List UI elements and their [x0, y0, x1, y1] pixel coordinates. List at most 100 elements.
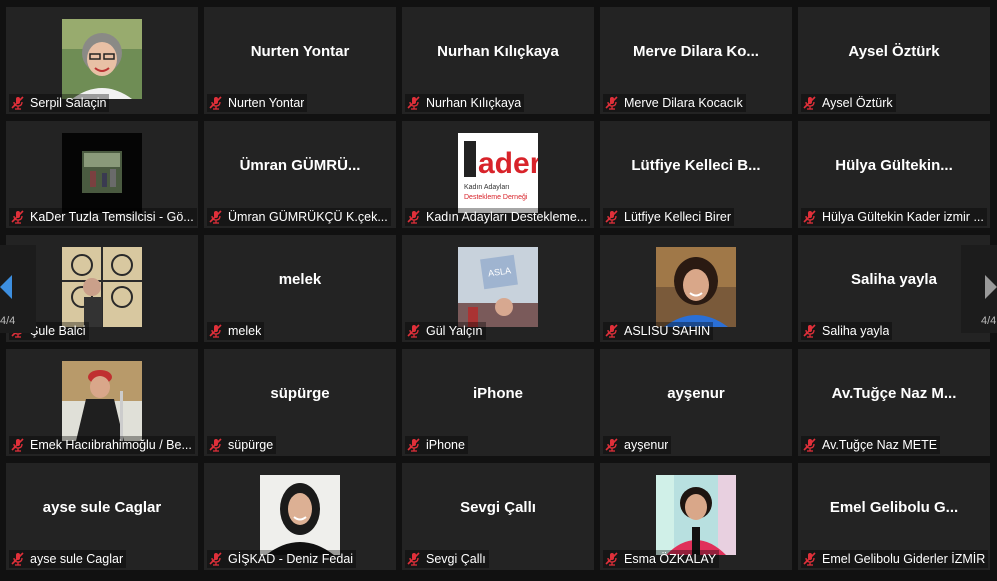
participant-video: [656, 247, 736, 327]
participant-display-name: Aysel Öztürk: [848, 43, 940, 60]
participant-name-bar: Merve Dilara Kocacık: [603, 94, 746, 112]
participant-display-name: melek: [278, 271, 322, 288]
participant-name-label: ASLISU SAHIN: [624, 324, 711, 338]
microphone-muted-icon: [803, 210, 816, 224]
participant-name-label: Şule Balci: [30, 324, 86, 338]
svg-text:Kadın Adayları: Kadın Adayları: [464, 184, 510, 191]
participant-name-label: Hülya Gültekin Kader izmir ...: [822, 210, 984, 224]
participant-tile[interactable]: Emel Gelibolu G... Emel Gelibolu Giderler…: [798, 463, 990, 570]
participant-video: [62, 19, 142, 99]
svg-text:Destekleme Derneği: Destekleme Derneği: [464, 194, 528, 201]
participant-name-bar: süpürge: [207, 436, 277, 454]
participant-display-name: ayşenur: [667, 385, 725, 402]
participant-name-label: Saliha yayla: [822, 324, 890, 338]
participant-name-bar: melek: [207, 322, 265, 340]
participant-tile[interactable]: Emek Hacıibrahimoğlu / Be...: [6, 349, 198, 456]
participant-name-label: süpürge: [228, 438, 274, 452]
participant-name-bar: ayse sule Caglar: [9, 550, 127, 568]
participant-tile[interactable]: ayşenur ayşenur: [600, 349, 792, 456]
participant-name-label: Ümran GÜMRÜKÇÜ K.çek...: [228, 210, 388, 224]
participant-tile[interactable]: ASLA Gül Yalçın: [402, 235, 594, 342]
participant-name-bar: Emel Gelibolu Giderler İZMİR: [801, 550, 989, 568]
participant-name-label: Kadın Adayları Destekleme...: [426, 210, 588, 224]
participant-tile[interactable]: Av.Tuğçe Naz M... Av.Tuğçe Naz METE: [798, 349, 990, 456]
microphone-muted-icon: [803, 96, 816, 110]
participant-name-bar: KaDer Tuzla Temsilcisi - Gö...: [9, 208, 197, 226]
next-page-button[interactable]: 4/4: [961, 245, 997, 333]
microphone-muted-icon: [11, 552, 24, 566]
participant-tile[interactable]: süpürge süpürge: [204, 349, 396, 456]
participant-tile[interactable]: ader Kadın Adayları Destekleme Derneği Kadı…: [402, 121, 594, 228]
participant-tile[interactable]: Serpil Salaçin: [6, 7, 198, 114]
microphone-muted-icon: [407, 552, 420, 566]
microphone-muted-icon: [209, 210, 222, 224]
participant-name-label: KaDer Tuzla Temsilcisi - Gö...: [30, 210, 194, 224]
participant-name-bar: Gül Yalçın: [405, 322, 486, 340]
participant-name-bar: GİŞKAD - Deniz Fedai: [207, 550, 357, 568]
participant-video: ASLA: [458, 247, 538, 327]
participant-tile[interactable]: Esma ÖZKALAY: [600, 463, 792, 570]
microphone-muted-icon: [605, 324, 618, 338]
participant-tile[interactable]: GİŞKAD - Deniz Fedai: [204, 463, 396, 570]
microphone-muted-icon: [605, 96, 618, 110]
microphone-muted-icon: [209, 96, 222, 110]
participant-name-bar: Av.Tuğçe Naz METE: [801, 436, 941, 454]
participant-video: [260, 475, 340, 555]
participant-name-label: Nurten Yontar: [228, 96, 305, 110]
microphone-muted-icon: [803, 552, 816, 566]
participant-name-bar: Nurten Yontar: [207, 94, 308, 112]
participant-tile[interactable]: Merve Dilara Ko... Merve Dilara Kocacık: [600, 7, 792, 114]
participant-display-name: Lütfiye Kelleci B...: [631, 157, 761, 174]
participant-tile[interactable]: Sevgi Çallı Sevgi Çallı: [402, 463, 594, 570]
participant-video: ader Kadın Adayları Destekleme Derneği: [458, 133, 538, 213]
participant-tile[interactable]: Nurhan Kılıçkaya Nurhan Kılıçkaya: [402, 7, 594, 114]
participant-name-bar: Nurhan Kılıçkaya: [405, 94, 525, 112]
participant-display-name: Saliha yayla: [851, 271, 937, 288]
participant-tile[interactable]: Ümran GÜMRÜ... Ümran GÜMRÜKÇÜ K.çek...: [204, 121, 396, 228]
participant-name-bar: Aysel Öztürk: [801, 94, 896, 112]
participant-name-label: Lütfiye Kelleci Birer: [624, 210, 731, 224]
participant-name-bar: Emek Hacıibrahimoğlu / Be...: [9, 436, 195, 454]
participant-display-name: Nurten Yontar: [250, 43, 350, 60]
participant-name-label: Serpil Salaçin: [30, 96, 107, 110]
participant-tile[interactable]: ASLISU SAHIN: [600, 235, 792, 342]
chevron-right-icon: [985, 275, 997, 299]
microphone-muted-icon: [209, 324, 222, 338]
participant-name-label: GİŞKAD - Deniz Fedai: [228, 552, 354, 566]
participant-tile[interactable]: melek melek: [204, 235, 396, 342]
microphone-muted-icon: [605, 552, 618, 566]
participant-name-label: Aysel Öztürk: [822, 96, 893, 110]
microphone-muted-icon: [803, 324, 816, 338]
participant-display-name: Ümran GÜMRÜ...: [239, 157, 361, 174]
participant-display-name: iPhone: [472, 385, 523, 402]
participant-tile[interactable]: Nurten Yontar Nurten Yontar: [204, 7, 396, 114]
participant-tile[interactable]: Lütfiye Kelleci B... Lütfiye Kelleci Bire…: [600, 121, 792, 228]
participant-display-name: Merve Dilara Ko...: [633, 43, 759, 60]
participant-tile[interactable]: Aysel Öztürk Aysel Öztürk: [798, 7, 990, 114]
participant-grid: Serpil Salaçin Nurten Yontar Nurten Yontar…: [0, 0, 997, 581]
participant-tile[interactable]: KaDer Tuzla Temsilcisi - Gö...: [6, 121, 198, 228]
participant-name-label: Esma ÖZKALAY: [624, 552, 717, 566]
participant-display-name: Emel Gelibolu G...: [829, 499, 959, 516]
participant-name-bar: Saliha yayla: [801, 322, 893, 340]
participant-video: [62, 133, 142, 213]
participant-tile[interactable]: iPhone iPhone: [402, 349, 594, 456]
participant-tile[interactable]: ayse sule Caglar ayse sule Caglar: [6, 463, 198, 570]
previous-page-button[interactable]: 4/4: [0, 245, 36, 333]
participant-display-name: Av.Tuğçe Naz M...: [831, 385, 957, 402]
microphone-muted-icon: [11, 438, 24, 452]
participant-video: [62, 247, 142, 327]
page-counter: 4/4: [981, 315, 997, 327]
participant-tile[interactable]: Hülya Gültekin... Hülya Gültekin Kader iz…: [798, 121, 990, 228]
participant-display-name: Sevgi Çallı: [460, 499, 536, 516]
page-counter: 4/4: [0, 315, 16, 327]
participant-name-label: iPhone: [426, 438, 465, 452]
participant-name-bar: Esma ÖZKALAY: [603, 550, 720, 568]
participant-name-bar: ayşenur: [603, 436, 672, 454]
participant-name-label: Sevgi Çallı: [426, 552, 486, 566]
participant-name-bar: Kadın Adayları Destekleme...: [405, 208, 591, 226]
participant-name-bar: Hülya Gültekin Kader izmir ...: [801, 208, 987, 226]
microphone-muted-icon: [209, 552, 222, 566]
participant-name-label: Merve Dilara Kocacık: [624, 96, 743, 110]
participant-name-bar: iPhone: [405, 436, 468, 454]
